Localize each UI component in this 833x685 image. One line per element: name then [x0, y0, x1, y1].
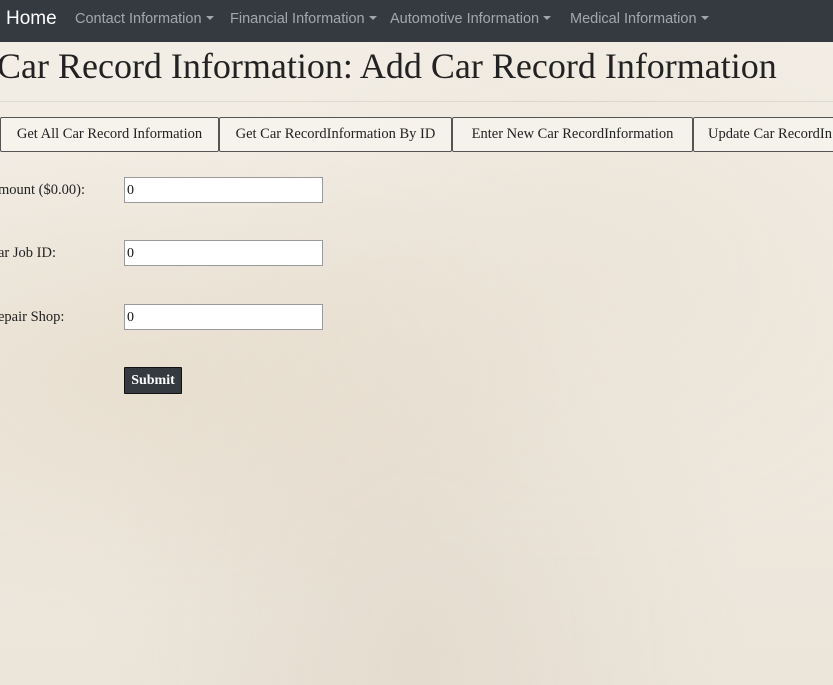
caret-down-icon	[205, 16, 214, 20]
car-job-id-input[interactable]	[124, 240, 323, 266]
page-title: Car Record Information: Add Car Record I…	[0, 46, 777, 86]
tab-enter-new-car-record-information[interactable]: Enter New Car RecordInformation	[452, 117, 693, 152]
caret-down-icon	[368, 16, 377, 20]
nav-label: Contact Information	[75, 11, 202, 27]
nav-label: Medical Information	[570, 11, 697, 27]
repair-shop-label: epair Shop:	[0, 309, 65, 325]
nav-dropdown-financial-information[interactable]: Financial Information	[230, 11, 377, 28]
car-job-id-label: ar Job ID:	[0, 245, 56, 261]
nav-label: Financial Information	[230, 11, 365, 27]
top-navbar: Home Contact Information Financial Infor…	[0, 0, 833, 42]
nav-label: Automotive Information	[390, 11, 540, 27]
amount-input[interactable]	[124, 177, 323, 203]
repair-shop-input[interactable]	[124, 304, 323, 330]
home-link[interactable]: Home	[6, 8, 57, 30]
tab-get-all-car-record-information[interactable]: Get All Car Record Information	[0, 117, 219, 152]
title-divider	[0, 101, 833, 102]
nav-dropdown-medical-information[interactable]: Medical Information	[570, 11, 709, 28]
nav-dropdown-automotive-information[interactable]: Automotive Information	[390, 11, 552, 28]
tab-update-car-record-information[interactable]: Update Car RecordIn	[693, 117, 833, 152]
caret-down-icon	[700, 16, 709, 20]
submit-button[interactable]: Submit	[124, 367, 182, 394]
amount-label: mount ($0.00):	[0, 182, 85, 198]
nav-dropdown-contact-information[interactable]: Contact Information	[75, 11, 214, 28]
caret-down-icon	[543, 16, 552, 20]
tab-get-car-record-information-by-id[interactable]: Get Car RecordInformation By ID	[219, 117, 452, 152]
